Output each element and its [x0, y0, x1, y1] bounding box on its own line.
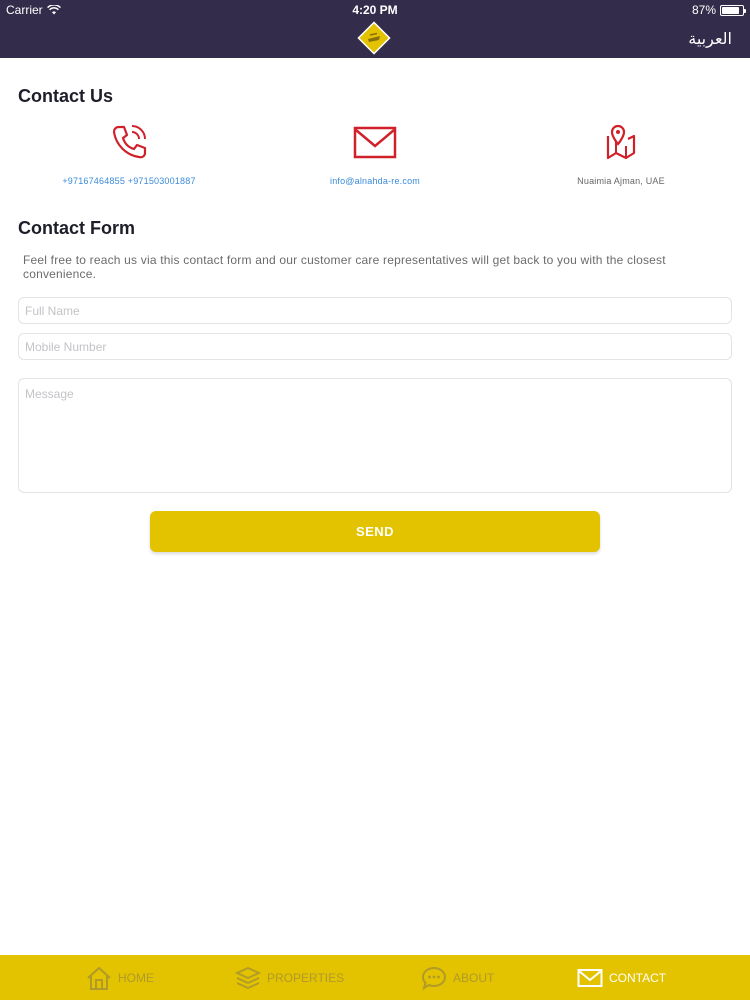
tab-home-label: HOME	[118, 970, 154, 985]
map-pin-icon	[606, 124, 636, 160]
location-address: Nuaimia Ajman, UAE	[577, 176, 665, 186]
battery-icon	[720, 4, 746, 16]
top-bar: Carrier 4:20 PM 87% العربية	[0, 0, 750, 58]
status-bar: Carrier 4:20 PM 87%	[0, 0, 750, 20]
form-description: Feel free to reach us via this contact f…	[23, 253, 666, 281]
message-textarea[interactable]	[18, 378, 732, 493]
status-time: 4:20 PM	[352, 3, 398, 17]
contact-location[interactable]: Nuaimia Ajman, UAE	[496, 122, 746, 186]
tab-contact[interactable]: CONTACT	[577, 955, 666, 1000]
tab-contact-label: CONTACT	[609, 970, 667, 985]
language-toggle[interactable]: العربية	[688, 29, 732, 48]
battery-info: 87%	[691, 3, 746, 17]
mail-icon	[577, 968, 603, 987]
contact-phone[interactable]: +97167464855 +971503001887	[4, 122, 254, 186]
tab-properties-label: PROPERTIES	[267, 970, 345, 985]
mail-icon	[353, 126, 397, 159]
email-address[interactable]: info@alnahda-re.com	[250, 176, 500, 186]
tab-about[interactable]: ABOUT	[421, 955, 494, 1000]
send-button[interactable]: SEND	[150, 511, 600, 552]
tab-bar: HOME PROPERTIES ABOUT CONTACT	[0, 955, 750, 1000]
battery-percent: 87%	[691, 3, 716, 17]
diamond-logo-icon[interactable]	[357, 21, 391, 55]
contact-form-title: Contact Form	[18, 218, 135, 238]
contact-us-title: Contact Us	[18, 86, 114, 106]
home-icon	[87, 966, 111, 990]
mobile-number-input[interactable]	[18, 333, 732, 360]
tab-properties[interactable]: PROPERTIES	[235, 955, 344, 1000]
phone-icon	[112, 125, 147, 159]
chat-bubble-icon	[421, 966, 447, 990]
full-name-input[interactable]	[18, 297, 732, 324]
tab-about-label: ABOUT	[453, 970, 495, 985]
phone-numbers[interactable]: +97167464855 +971503001887	[4, 176, 254, 186]
contact-email[interactable]: info@alnahda-re.com	[250, 122, 500, 186]
layers-icon	[235, 966, 261, 989]
tab-home[interactable]: HOME	[86, 955, 154, 1000]
